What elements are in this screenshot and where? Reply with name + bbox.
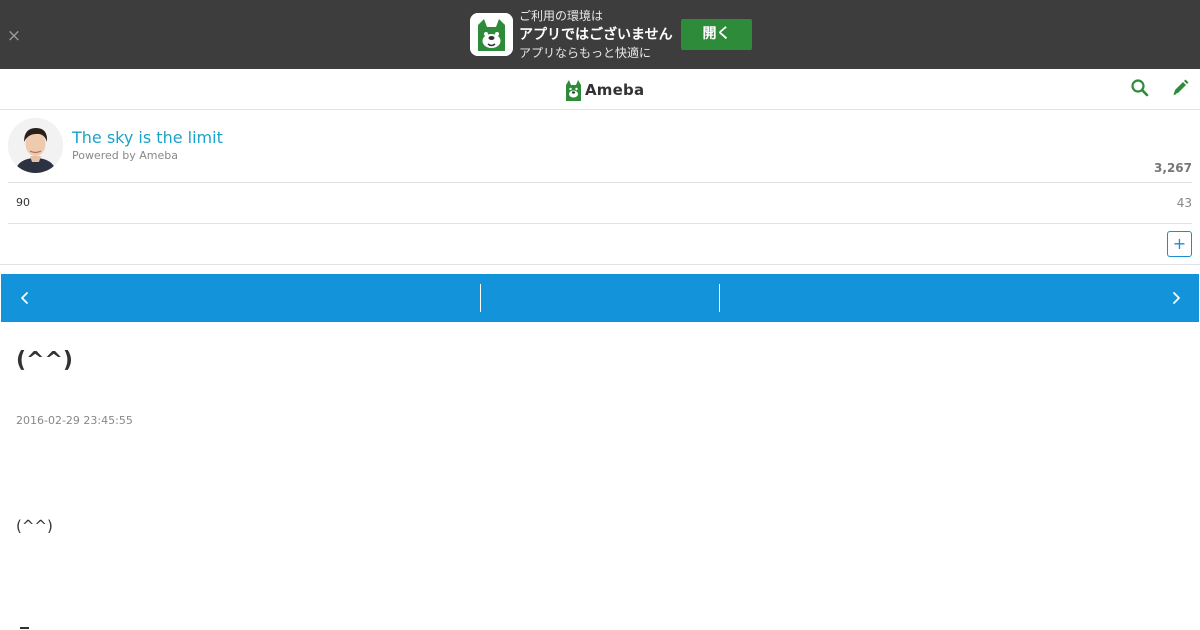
stat-left-value: 90 (16, 196, 30, 209)
pencil-icon[interactable] (1171, 78, 1189, 98)
banner-text: ご利用の環境は アプリではございません アプリならもっと快適に (519, 8, 673, 62)
ameba-logo[interactable]: Ameba (565, 78, 644, 102)
prev-entry-button[interactable] (1, 274, 480, 322)
entry-nav-bar (1, 274, 1199, 322)
follow-row: + (0, 224, 1200, 264)
entry-body-text: (^^) (16, 517, 53, 535)
site-header: Ameba (0, 69, 1200, 110)
stats-row: 90 43 (0, 183, 1200, 223)
stat-right-value: 43 (1176, 196, 1192, 210)
ameba-logo-icon (566, 80, 581, 101)
entry-divider-mark (20, 627, 29, 629)
next-entry-button[interactable] (720, 274, 1199, 322)
blog-profile: The sky is the limit Powered by Ameba 3,… (0, 110, 1200, 183)
entry-list-button[interactable] (481, 274, 719, 322)
reader-count: 3,267 (1154, 161, 1192, 175)
search-icon[interactable] (1130, 78, 1150, 98)
logo-text: Ameba (585, 81, 645, 99)
banner-line-2: アプリではございません (519, 27, 673, 43)
follow-button[interactable]: + (1167, 231, 1192, 257)
chevron-right-icon (1173, 292, 1180, 304)
blog-title-link[interactable]: The sky is the limit (72, 128, 223, 148)
app-download-banner: × ご利用の環境は アプリではございません アプリならもっと快適に 開く (0, 0, 1200, 69)
open-app-button[interactable]: 開く (681, 19, 752, 50)
entry-title: (^^) (16, 348, 73, 373)
divider (0, 264, 1200, 265)
chevron-left-icon (21, 292, 28, 304)
avatar[interactable] (8, 118, 63, 173)
banner-line-1: ご利用の環境は (519, 9, 604, 23)
entry-date: 2016-02-29 23:45:55 (16, 414, 133, 427)
close-icon[interactable]: × (5, 27, 23, 45)
banner-line-3: アプリならもっと快適に (519, 46, 652, 60)
ameba-app-icon[interactable] (470, 13, 513, 56)
powered-by-text: Powered by Ameba (72, 149, 178, 162)
